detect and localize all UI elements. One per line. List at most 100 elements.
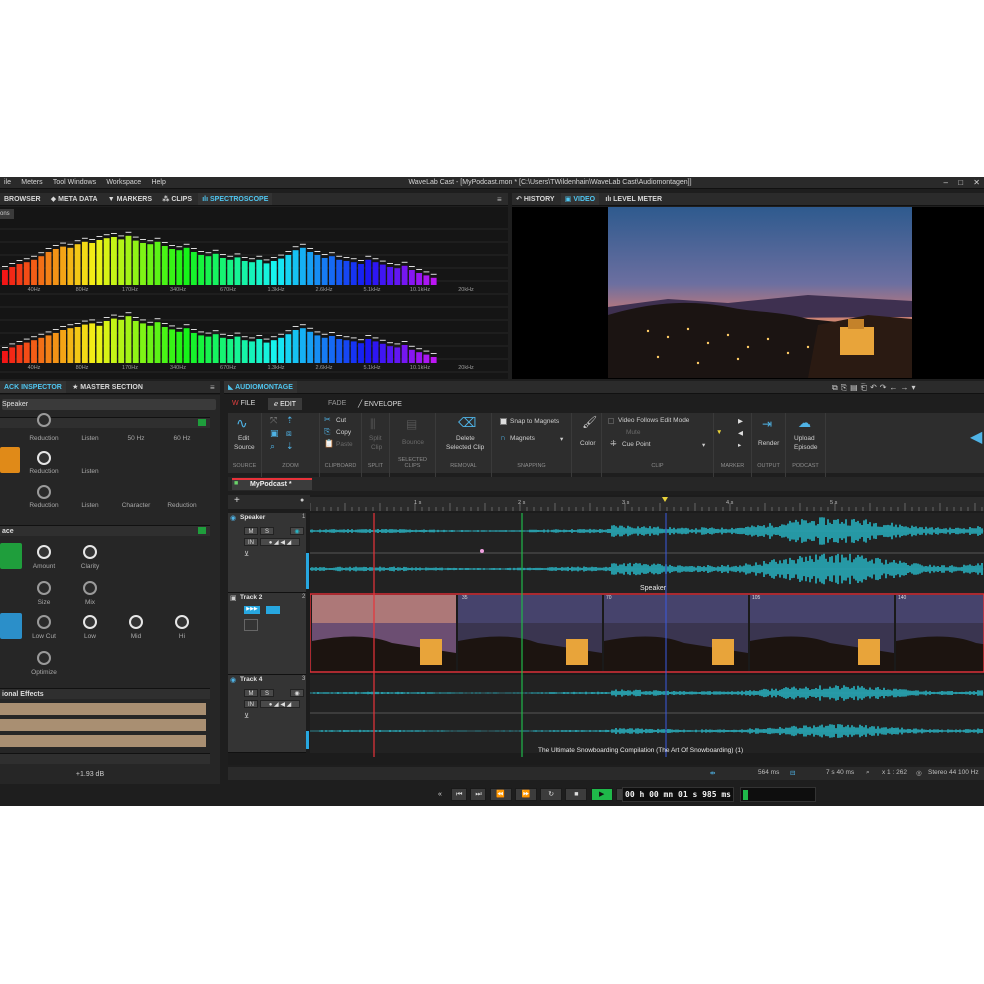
magnet-icon[interactable]: ∩ xyxy=(500,433,506,442)
input-button-1[interactable]: IN xyxy=(244,538,258,546)
hi-knob[interactable] xyxy=(175,615,189,629)
bounce-icon[interactable]: ▤ xyxy=(406,417,417,431)
clarity-knob[interactable] xyxy=(83,545,97,559)
play-button[interactable]: ▶ xyxy=(590,788,613,801)
copy-icon[interactable]: ⎘ xyxy=(324,427,330,437)
track-name-track4[interactable]: Track 4 xyxy=(240,676,262,683)
tab-video[interactable]: ▣ VIDEO xyxy=(560,193,600,205)
video-follows-checkbox[interactable] xyxy=(608,418,614,424)
eq-button[interactable] xyxy=(0,613,22,639)
additional-effects-header[interactable]: ional Effects xyxy=(0,688,210,699)
go-to-end-button[interactable]: ⏭ xyxy=(470,788,487,801)
cut-button[interactable]: Cut xyxy=(336,417,346,424)
ribbon-tab-envelope[interactable]: ╱ ENVELOPE xyxy=(358,400,402,408)
output-gain-value[interactable]: +1.93 dB xyxy=(60,771,120,778)
zoom-all-icon[interactable]: ⧈ xyxy=(286,428,292,439)
track-expand-icon-1[interactable]: ⊻ xyxy=(244,550,249,558)
cue-point-icon[interactable]: ⁜ xyxy=(610,439,617,448)
split-icon[interactable]: ⫼ xyxy=(370,417,376,432)
tab-track-inspector[interactable]: ACK INSPECTOR xyxy=(0,381,66,393)
track-controls-3[interactable]: ● ◢ ◀ ◢ xyxy=(260,700,300,708)
low-knob[interactable] xyxy=(83,615,97,629)
time-display[interactable]: 00 h 00 mn 01 s 985 ms xyxy=(622,787,734,802)
tab-level-meter[interactable]: ılı LEVEL METER xyxy=(601,193,666,205)
effect-slot-2[interactable] xyxy=(0,719,206,731)
go-to-start-button[interactable]: ⏮ xyxy=(451,788,468,801)
space-section-header[interactable]: ace xyxy=(0,525,210,536)
reduction-knob-1[interactable] xyxy=(37,413,51,427)
video-track-button[interactable]: ▶▶▶ xyxy=(244,606,260,614)
tab-audiomontage[interactable]: ◣ AUDIOMONTAGE xyxy=(224,381,297,393)
menu-tool-windows[interactable]: Tool Windows xyxy=(49,177,100,189)
snap-to-magnets-label[interactable]: Snap to Magnets xyxy=(510,418,559,425)
monitor-icon-3[interactable]: ◉ xyxy=(290,689,304,697)
tab-history[interactable]: ↶ HISTORY xyxy=(512,193,559,205)
cue-point-dropdown[interactable]: Cue Point xyxy=(622,441,651,448)
eraser-icon[interactable]: ⌫ xyxy=(458,415,476,431)
edit-source-line2[interactable]: Source xyxy=(234,444,255,451)
track-options-icon[interactable]: ● xyxy=(300,497,304,504)
bounce-button[interactable]: Bounce xyxy=(402,439,424,446)
minimize-icon[interactable]: – xyxy=(944,178,948,187)
track-name-speaker[interactable]: Speaker xyxy=(240,514,265,521)
solo-button-3[interactable]: S xyxy=(260,689,274,697)
track-expand-icon-3[interactable]: ⊻ xyxy=(244,712,249,720)
status-zoom[interactable]: x 1 : 262 xyxy=(882,769,907,776)
snap-checkbox[interactable] xyxy=(500,418,507,425)
space-section-power-icon[interactable] xyxy=(198,527,206,534)
add-track-icon[interactable]: + xyxy=(234,495,240,506)
reduction-knob-3[interactable] xyxy=(37,485,51,499)
copy-button[interactable]: Copy xyxy=(336,429,351,436)
output-section-header[interactable] xyxy=(0,753,210,764)
voice-section-header[interactable] xyxy=(0,417,210,428)
deesser-button[interactable] xyxy=(0,447,20,473)
render-button[interactable]: Render xyxy=(758,440,779,447)
voice-section-power-icon[interactable] xyxy=(198,419,206,426)
zoom-search-icon[interactable]: ⌕ xyxy=(270,441,275,452)
zoom-selection-icon[interactable]: ▣ xyxy=(270,428,279,439)
track-selector[interactable]: Speaker xyxy=(2,399,216,410)
input-button-3[interactable]: IN xyxy=(244,700,258,708)
mute-button-3[interactable]: M xyxy=(244,689,258,697)
zoom-fit-icon[interactable]: ⤧ xyxy=(270,415,277,426)
color-button[interactable]: Color xyxy=(580,440,596,447)
cloud-upload-icon[interactable]: ☁ xyxy=(798,415,811,431)
video-track-mode-button[interactable] xyxy=(266,606,280,614)
maximize-icon[interactable]: □ xyxy=(958,178,963,187)
tab-master-section[interactable]: ★ MASTER SECTION xyxy=(68,381,147,393)
mix-knob[interactable] xyxy=(83,581,97,595)
marker-add-icon[interactable]: ▼ xyxy=(716,429,722,436)
delete-line1[interactable]: Delete xyxy=(456,435,475,442)
amount-knob[interactable] xyxy=(37,545,51,559)
render-icon[interactable]: ⇥ xyxy=(762,417,772,431)
menu-file[interactable]: ile xyxy=(0,177,15,189)
marker-menu-icon[interactable]: ▸ xyxy=(738,441,741,449)
split-line1[interactable]: Split xyxy=(369,435,382,442)
cut-icon[interactable]: ✂ xyxy=(324,415,331,424)
waveform-icon[interactable]: ∿ xyxy=(236,415,248,432)
menu-help[interactable]: Help xyxy=(147,177,169,189)
transport-collapse-icon[interactable]: « xyxy=(432,788,448,801)
delete-line2[interactable]: Selected Clip xyxy=(446,444,484,451)
video-thumbnail-icon[interactable] xyxy=(244,619,258,631)
effect-slot-1[interactable] xyxy=(0,703,206,715)
ribbon-tab-fade[interactable]: FADE xyxy=(328,400,346,407)
track-controls-1[interactable]: ● ◢ ◀ ◢ xyxy=(260,538,300,546)
menu-workspace[interactable]: Workspace xyxy=(102,177,145,189)
rewind-button[interactable]: ⏪ xyxy=(489,788,512,801)
mid-knob[interactable] xyxy=(129,615,143,629)
solo-button-1[interactable]: S xyxy=(260,527,274,535)
loop-button[interactable]: ↻ xyxy=(540,788,563,801)
cue-point-chevron-icon[interactable]: ▾ xyxy=(702,441,705,449)
time-ruler[interactable]: 1 s 2 s 3 s 4 s 5 s xyxy=(310,497,984,511)
tab-clips[interactable]: ⁂ CLIPS xyxy=(158,193,196,205)
ribbon-tab-edit[interactable]: ℯ EDIT xyxy=(268,398,303,410)
marker-prev-icon[interactable]: ◀ xyxy=(738,429,743,437)
tab-spectroscope[interactable]: ılı SPECTROSCOPE xyxy=(198,193,273,205)
zoom-out-icon[interactable]: ⇣ xyxy=(286,441,294,452)
tab-markers[interactable]: ▼ MARKERS xyxy=(104,193,156,205)
size-knob[interactable] xyxy=(37,581,51,595)
spectro-options-button[interactable]: ons xyxy=(0,209,14,219)
stop-button[interactable]: ■ xyxy=(565,788,588,801)
montage-doc-tab[interactable]: ■ MyPodcast * xyxy=(232,478,312,490)
